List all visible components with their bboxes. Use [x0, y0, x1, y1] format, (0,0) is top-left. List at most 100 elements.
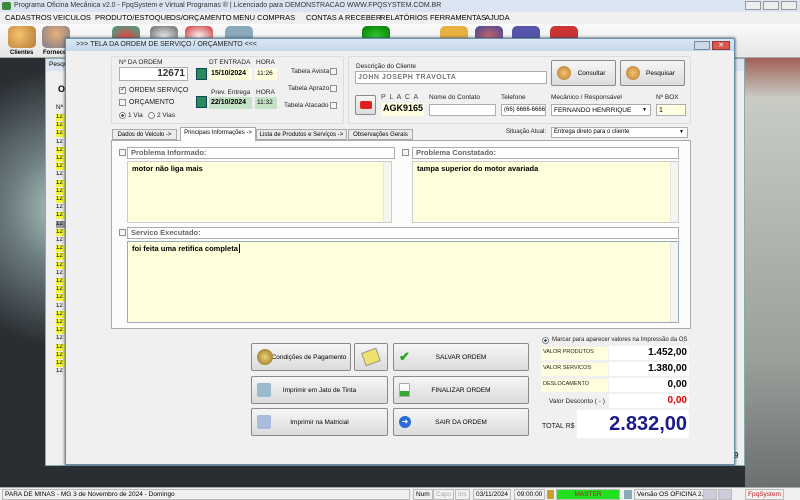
- restore-button[interactable]: [763, 1, 779, 10]
- toolbar-clientes-label[interactable]: Clientes: [10, 50, 33, 56]
- entry-time-field[interactable]: 11:26: [255, 68, 277, 80]
- problema-informado-textarea[interactable]: motor não liga mais: [127, 161, 392, 223]
- products-value-label: VALOR PRODUTOS: [541, 347, 608, 360]
- status-date: 03/11/2024: [473, 489, 512, 500]
- exit-order-label: SAIR DA ORDEM: [435, 418, 487, 426]
- problema-informado-checkbox[interactable]: [119, 149, 126, 156]
- vehicle-button[interactable]: [355, 95, 376, 115]
- consultar-label: Consultar: [577, 69, 606, 77]
- clients-icon[interactable]: [8, 26, 36, 48]
- products-value: 1.452,00: [609, 346, 689, 360]
- plate-field[interactable]: AGK9165: [381, 103, 424, 116]
- receipt-icon: [361, 347, 381, 367]
- servico-executado-checkbox[interactable]: [119, 229, 126, 236]
- box-field[interactable]: 1: [656, 104, 686, 116]
- show-values-radio[interactable]: [542, 337, 549, 344]
- ordem-servico-checkbox[interactable]: ✓: [119, 86, 126, 94]
- save-order-button[interactable]: ✔ SALVAR ORDEM: [393, 343, 529, 371]
- mechanic-select[interactable]: FERNANDO HENRRIQUE ▼: [551, 104, 651, 116]
- payment-conditions-button[interactable]: Condições de Pagamento: [251, 343, 351, 371]
- menu-veiculos[interactable]: VEICULOS: [53, 12, 91, 24]
- print-dot-matrix-label: Imprimir na Matricial: [290, 418, 349, 426]
- payment-conditions-label: Condições de Pagamento: [271, 353, 347, 361]
- print-inkjet-button[interactable]: Imprimir em Jato de Tinta: [251, 376, 388, 404]
- status-brand: FpqSystem: [745, 489, 784, 500]
- contact-field[interactable]: [429, 104, 496, 116]
- menu-os-orcamento[interactable]: OS/ORÇAMENTO: [170, 12, 232, 24]
- due-date-label: Prev. Entrega: [211, 89, 251, 96]
- menu-ajuda[interactable]: AJUDA: [485, 12, 510, 24]
- menu-compras[interactable]: MENU COMPRAS: [233, 12, 295, 24]
- printer-icon: [257, 415, 271, 429]
- status-select[interactable]: Entrega direto para o cliente ▼: [551, 127, 688, 138]
- minimize-button[interactable]: [745, 1, 761, 10]
- menu-relatorios[interactable]: RELATÓRIOS: [380, 12, 428, 24]
- pesquisar-button[interactable]: Pesquisar: [620, 60, 685, 86]
- due-time-label: HORA: [256, 89, 275, 96]
- servico-executado-textarea[interactable]: foi feita uma retifica completa: [127, 241, 679, 323]
- calendar-icon[interactable]: [196, 96, 207, 108]
- due-date-field[interactable]: 22/10/2024: [209, 97, 252, 109]
- menu-contas-receber[interactable]: CONTAS A RECEBER: [306, 12, 381, 24]
- printer-icon[interactable]: [703, 489, 717, 500]
- plate-label: P L A C A: [381, 94, 420, 101]
- monitor-icon[interactable]: [718, 489, 732, 500]
- tabela-avista-checkbox[interactable]: [330, 68, 337, 75]
- tab-dados-veiculo[interactable]: Dados do Veiculo ->: [112, 129, 177, 140]
- one-copy-label: 1 Via: [128, 112, 143, 119]
- mechanic-value: FERNANDO HENRRIQUE: [554, 107, 632, 114]
- tab-panel: Problema Informado: motor não liga mais …: [111, 140, 691, 329]
- problema-informado-text: motor não liga mais: [132, 164, 203, 173]
- status-location: PARA DE MINAS - MG 3 de Novembro de 2024…: [2, 489, 410, 500]
- phone-field[interactable]: (66) 6666-6666: [501, 104, 546, 116]
- print-dot-matrix-button[interactable]: Imprimir na Matricial: [251, 408, 388, 436]
- help-button[interactable]: [694, 41, 710, 50]
- problema-informado-header: Problema Informado:: [127, 147, 395, 159]
- phone-label: Telefone: [501, 94, 526, 101]
- scrollbar[interactable]: [383, 162, 391, 222]
- order-number-field[interactable]: 12671: [119, 67, 188, 81]
- discount-value[interactable]: 0,00: [609, 394, 689, 408]
- printer-icon: [257, 383, 271, 397]
- two-copies-radio[interactable]: [148, 112, 155, 119]
- receipt-button[interactable]: [354, 343, 388, 371]
- problema-constatado-checkbox[interactable]: [402, 149, 409, 156]
- calendar-icon[interactable]: [196, 68, 207, 80]
- orcamento-label: ORÇAMENTO: [129, 99, 175, 106]
- tab-lista-produtos[interactable]: Lista de Produtos e Serviços ->: [256, 129, 347, 140]
- dialog-close-button[interactable]: ✕: [712, 41, 730, 50]
- box-label: Nº BOX: [656, 94, 679, 101]
- coins-icon: [257, 349, 273, 365]
- two-copies-label: 2 Vias: [157, 112, 175, 119]
- one-copy-radio[interactable]: [119, 112, 126, 119]
- tab-observacoes[interactable]: Observações Gerais: [348, 129, 413, 140]
- finalize-order-button[interactable]: FINALIZAR ORDEM: [393, 376, 529, 404]
- toolbar-fornecedores-label[interactable]: Fornece: [43, 50, 66, 56]
- dialog-title: >>> TELA DA ORDEM DE SERVIÇO / ORÇAMENTO…: [76, 41, 257, 48]
- tabela-atacado-checkbox[interactable]: [330, 102, 337, 109]
- menu-ferramentas[interactable]: FERRAMENTAS: [430, 12, 486, 24]
- background-photo: [745, 58, 800, 488]
- chevron-down-icon: ▼: [642, 107, 647, 113]
- tabela-atacado-label: Tabela Atacado: [284, 102, 329, 109]
- orcamento-checkbox[interactable]: [119, 99, 126, 106]
- tabela-aprazo-checkbox[interactable]: [330, 85, 337, 92]
- exit-order-button[interactable]: ➜ SAIR DA ORDEM: [393, 408, 529, 436]
- mechanic-label: Mecânico / Responsável: [551, 94, 622, 101]
- due-time-field[interactable]: 11:32: [255, 97, 277, 109]
- consultar-button[interactable]: Consultar: [551, 60, 616, 86]
- save-order-label: SALVAR ORDEM: [435, 353, 487, 361]
- tabela-aprazo-label: Tabela Aprazo: [288, 85, 330, 92]
- menu-produto-estoque[interactable]: PRODUTO/ESTOQUE: [95, 12, 171, 24]
- app-title-bar: Programa Oficina Mecânica v2.0 - FpqSyst…: [0, 0, 800, 12]
- entry-date-field[interactable]: 15/10/2024: [209, 68, 252, 80]
- client-field[interactable]: JOHN JOSEPH TRAVOLTA: [355, 71, 547, 84]
- close-button[interactable]: [781, 1, 797, 10]
- tab-principais-informacoes[interactable]: Principais Informações ->: [180, 127, 256, 141]
- scrollbar[interactable]: [670, 162, 678, 222]
- status-value: Entrega direto para o cliente: [554, 129, 630, 135]
- problema-constatado-textarea[interactable]: tampa superior do motor avariada: [412, 161, 679, 223]
- menu-cadastros[interactable]: CADASTROS: [5, 12, 52, 24]
- scrollbar[interactable]: [670, 242, 678, 322]
- travel-value[interactable]: 0,00: [609, 378, 689, 392]
